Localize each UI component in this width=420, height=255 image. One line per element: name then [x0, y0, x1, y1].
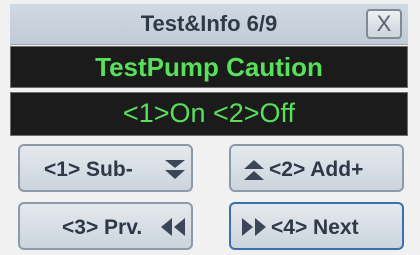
fast-forward-icon — [242, 218, 266, 236]
window-title: Test&Info 6/9 — [140, 11, 278, 36]
dialog-window: Test&Info 6/9 X TestPump Caution <1>On <… — [0, 0, 420, 255]
rewind-icon — [161, 218, 185, 236]
double-chevron-up-icon — [244, 160, 264, 180]
next-button-label: <4> Next — [271, 216, 359, 239]
sub-button-label: <1> Sub- — [44, 158, 133, 181]
sub-button[interactable]: <1> Sub- — [18, 144, 193, 192]
add-button[interactable]: <2> Add+ — [229, 144, 404, 192]
add-button-label: <2> Add+ — [269, 158, 364, 181]
close-button[interactable]: X — [366, 9, 402, 39]
display-line-2: <1>On <2>Off — [10, 92, 408, 136]
title-bar: Test&Info 6/9 X — [10, 4, 408, 45]
double-chevron-down-icon — [165, 160, 185, 179]
display-text-1: TestPump Caution — [95, 52, 323, 82]
display-text-2: <1>On <2>Off — [122, 98, 296, 128]
next-button[interactable]: <4> Next — [229, 202, 404, 250]
prev-button-label: <3> Prv. — [62, 216, 143, 239]
display-line-1: TestPump Caution — [10, 46, 408, 88]
prev-button[interactable]: <3> Prv. — [18, 202, 193, 250]
